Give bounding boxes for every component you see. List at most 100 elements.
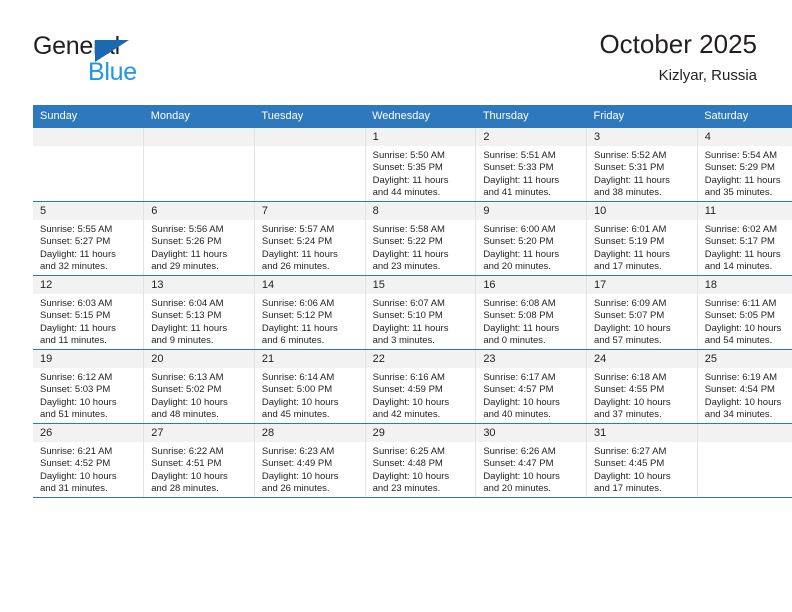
sunset-text: Sunset: 4:54 PM: [704, 384, 775, 396]
day-sun-info: Sunrise: 6:08 AM Sunset: 5:08 PM Daylight:…: [476, 294, 586, 348]
day-sun-info: Sunrise: 6:26 AM Sunset: 4:47 PM Daylight:…: [476, 442, 586, 496]
sunrise-text: Sunrise: 5:54 AM: [704, 150, 778, 161]
day-sun-info: Sunrise: 6:02 AM Sunset: 5:17 PM Daylight:…: [698, 220, 792, 274]
daylight-text-line2: and 11 minutes.: [40, 335, 107, 347]
sunrise-text: Sunrise: 6:27 AM: [594, 446, 667, 457]
daylight-text-line2: and 34 minutes.: [704, 409, 773, 421]
daylight-text-line2: and 44 minutes.: [372, 187, 441, 199]
day-sun-info: Sunrise: 6:21 AM Sunset: 4:52 PM Daylight:…: [33, 442, 143, 496]
sunset-text: Sunset: 5:02 PM: [151, 384, 222, 396]
sunrise-text: Sunrise: 6:06 AM: [261, 298, 335, 309]
sunrise-text: Sunrise: 5:51 AM: [483, 150, 556, 161]
daylight-text-line2: and 29 minutes.: [151, 261, 219, 273]
calendar-day-cell[interactable]: 22 Sunrise: 6:16 AM Sunset: 4:59 PM Dayligh…: [364, 349, 476, 424]
sunrise-text: Sunrise: 6:07 AM: [372, 298, 445, 309]
calendar-week-row: 26 Sunrise: 6:21 AM Sunset: 4:52 PM Dayligh…: [33, 423, 792, 498]
calendar-day-cell[interactable]: 17 Sunrise: 6:09 AM Sunset: 5:07 PM Dayligh…: [586, 275, 698, 350]
calendar-day-cell[interactable]: 11 Sunrise: 6:02 AM Sunset: 5:17 PM Dayligh…: [696, 201, 792, 276]
day-number: 19: [33, 350, 144, 368]
day-number: 12: [33, 276, 144, 294]
calendar-day-cell[interactable]: 19 Sunrise: 6:12 AM Sunset: 5:03 PM Dayligh…: [33, 349, 144, 424]
calendar-day-cell[interactable]: 25 Sunrise: 6:19 AM Sunset: 4:54 PM Dayligh…: [696, 349, 792, 424]
calendar-day-cell[interactable]: 12 Sunrise: 6:03 AM Sunset: 5:15 PM Dayligh…: [33, 275, 144, 350]
calendar-day-cell[interactable]: 21 Sunrise: 6:14 AM Sunset: 5:00 PM Dayligh…: [253, 349, 366, 424]
day-number: [144, 128, 254, 146]
calendar-day-cell[interactable]: 16 Sunrise: 6:08 AM Sunset: 5:08 PM Dayligh…: [475, 275, 587, 350]
calendar-day-cell[interactable]: 28 Sunrise: 6:23 AM Sunset: 4:49 PM Dayligh…: [253, 423, 366, 498]
calendar-day-cell[interactable]: 26 Sunrise: 6:21 AM Sunset: 4:52 PM Dayligh…: [33, 423, 144, 498]
daylight-text-line1: Daylight: 10 hours: [372, 470, 450, 482]
calendar-day-cell[interactable]: 4 Sunrise: 5:54 AM Sunset: 5:29 PM Daylight…: [696, 128, 792, 202]
day-sun-info: Sunrise: 6:06 AM Sunset: 5:12 PM Daylight:…: [255, 294, 365, 348]
daylight-text-line1: Daylight: 11 hours: [372, 248, 449, 260]
calendar-week-row: 19 Sunrise: 6:12 AM Sunset: 5:03 PM Dayligh…: [33, 349, 792, 424]
sunset-text: Sunset: 5:07 PM: [594, 310, 665, 322]
daylight-text-line1: Daylight: 11 hours: [40, 322, 116, 334]
sunset-text: Sunset: 5:26 PM: [151, 236, 222, 248]
calendar-day-cell[interactable]: 30 Sunrise: 6:26 AM Sunset: 4:47 PM Dayligh…: [475, 423, 587, 498]
daylight-text-line1: Daylight: 10 hours: [704, 322, 782, 334]
day-sun-info: Sunrise: 5:57 AM Sunset: 5:24 PM Daylight:…: [255, 220, 365, 274]
day-number: 7: [254, 202, 365, 220]
calendar-day-cell[interactable]: 13 Sunrise: 6:04 AM Sunset: 5:13 PM Dayligh…: [143, 275, 255, 350]
daylight-text-line1: Daylight: 11 hours: [372, 174, 449, 186]
daylight-text-line1: Daylight: 10 hours: [40, 470, 117, 482]
daylight-text-line1: Daylight: 11 hours: [40, 248, 116, 260]
daylight-text-line2: and 6 minutes.: [261, 335, 325, 347]
calendar-day-cell[interactable]: 9 Sunrise: 6:00 AM Sunset: 5:20 PM Daylight…: [475, 201, 587, 276]
daylight-text-line2: and 28 minutes.: [151, 483, 219, 495]
calendar-day-cell[interactable]: 3 Sunrise: 5:52 AM Sunset: 5:31 PM Daylight…: [586, 128, 698, 202]
calendar-day-cell[interactable]: 20 Sunrise: 6:13 AM Sunset: 5:02 PM Dayligh…: [143, 349, 255, 424]
day-number: 5: [33, 202, 144, 220]
sunrise-text: Sunrise: 5:50 AM: [372, 150, 445, 161]
day-sun-info: Sunrise: 5:56 AM Sunset: 5:26 PM Daylight:…: [144, 220, 254, 274]
calendar-day-cell[interactable]: 10 Sunrise: 6:01 AM Sunset: 5:19 PM Dayligh…: [586, 201, 698, 276]
calendar-day-cell[interactable]: 2 Sunrise: 5:51 AM Sunset: 5:33 PM Daylight…: [475, 128, 587, 202]
day-sun-info: Sunrise: 6:01 AM Sunset: 5:19 PM Daylight:…: [587, 220, 697, 274]
calendar-day-cell[interactable]: 1 Sunrise: 5:50 AM Sunset: 5:35 PM Daylight…: [364, 128, 476, 202]
daylight-text-line1: Daylight: 11 hours: [483, 248, 560, 260]
calendar-week-row: 1 Sunrise: 5:50 AM Sunset: 5:35 PM Daylight…: [33, 128, 792, 202]
daylight-text-line2: and 3 minutes.: [372, 335, 435, 347]
daylight-text-line2: and 41 minutes.: [483, 187, 551, 199]
calendar-day-cell[interactable]: 24 Sunrise: 6:18 AM Sunset: 4:55 PM Dayligh…: [586, 349, 698, 424]
sunrise-text: Sunrise: 6:17 AM: [483, 372, 556, 383]
calendar-day-cell[interactable]: 6 Sunrise: 5:56 AM Sunset: 5:26 PM Daylight…: [143, 201, 255, 276]
day-sun-info: Sunrise: 6:14 AM Sunset: 5:00 PM Daylight:…: [255, 368, 365, 422]
sunset-text: Sunset: 5:05 PM: [704, 310, 775, 322]
calendar-day-cell[interactable]: 14 Sunrise: 6:06 AM Sunset: 5:12 PM Dayligh…: [253, 275, 366, 350]
day-sun-info: Sunrise: 6:25 AM Sunset: 4:48 PM Daylight:…: [366, 442, 476, 496]
daylight-text-line1: Daylight: 10 hours: [40, 396, 117, 408]
day-sun-info: Sunrise: 6:09 AM Sunset: 5:07 PM Daylight:…: [587, 294, 697, 348]
daylight-text-line2: and 38 minutes.: [594, 187, 662, 199]
daylight-text-line1: Daylight: 10 hours: [483, 470, 560, 482]
calendar-day-cell[interactable]: 23 Sunrise: 6:17 AM Sunset: 4:57 PM Dayligh…: [475, 349, 587, 424]
daylight-text-line1: Daylight: 11 hours: [261, 248, 338, 260]
sunrise-text: Sunrise: 6:13 AM: [151, 372, 224, 383]
day-number: 1: [365, 128, 476, 146]
sunset-text: Sunset: 5:22 PM: [372, 236, 443, 248]
daylight-text-line2: and 26 minutes.: [261, 261, 330, 273]
daylight-text-line1: Daylight: 11 hours: [483, 174, 560, 186]
sunrise-text: Sunrise: 6:14 AM: [261, 372, 335, 383]
sunrise-text: Sunrise: 6:00 AM: [483, 224, 556, 235]
brand-logo[interactable]: General Blue: [33, 32, 233, 88]
calendar-day-cell[interactable]: 18 Sunrise: 6:11 AM Sunset: 5:05 PM Dayligh…: [696, 275, 792, 350]
calendar-day-cell[interactable]: 29 Sunrise: 6:25 AM Sunset: 4:48 PM Dayligh…: [364, 423, 476, 498]
calendar-day-cell[interactable]: 15 Sunrise: 6:07 AM Sunset: 5:10 PM Dayligh…: [364, 275, 476, 350]
daylight-text-line1: Daylight: 10 hours: [261, 396, 339, 408]
daylight-text-line1: Daylight: 11 hours: [594, 248, 670, 260]
day-number: 21: [254, 350, 365, 368]
day-sun-info: Sunrise: 6:13 AM Sunset: 5:02 PM Daylight:…: [144, 368, 254, 422]
day-sun-info: Sunrise: 5:51 AM Sunset: 5:33 PM Daylight:…: [476, 146, 586, 200]
daylight-text-line2: and 23 minutes.: [372, 261, 441, 273]
calendar-day-cell[interactable]: 5 Sunrise: 5:55 AM Sunset: 5:27 PM Daylight…: [33, 201, 144, 276]
title-block: October 2025 Kizlyar, Russia: [599, 28, 757, 86]
calendar-day-cell[interactable]: 31 Sunrise: 6:27 AM Sunset: 4:45 PM Dayligh…: [586, 423, 698, 498]
day-number: 31: [587, 424, 697, 442]
calendar-day-cell[interactable]: 7 Sunrise: 5:57 AM Sunset: 5:24 PM Daylight…: [253, 201, 366, 276]
sunset-text: Sunset: 4:57 PM: [483, 384, 554, 396]
sunrise-text: Sunrise: 6:01 AM: [594, 224, 667, 235]
calendar-day-cell[interactable]: 8 Sunrise: 5:58 AM Sunset: 5:22 PM Daylight…: [364, 201, 476, 276]
calendar-day-cell[interactable]: 27 Sunrise: 6:22 AM Sunset: 4:51 PM Dayligh…: [143, 423, 255, 498]
